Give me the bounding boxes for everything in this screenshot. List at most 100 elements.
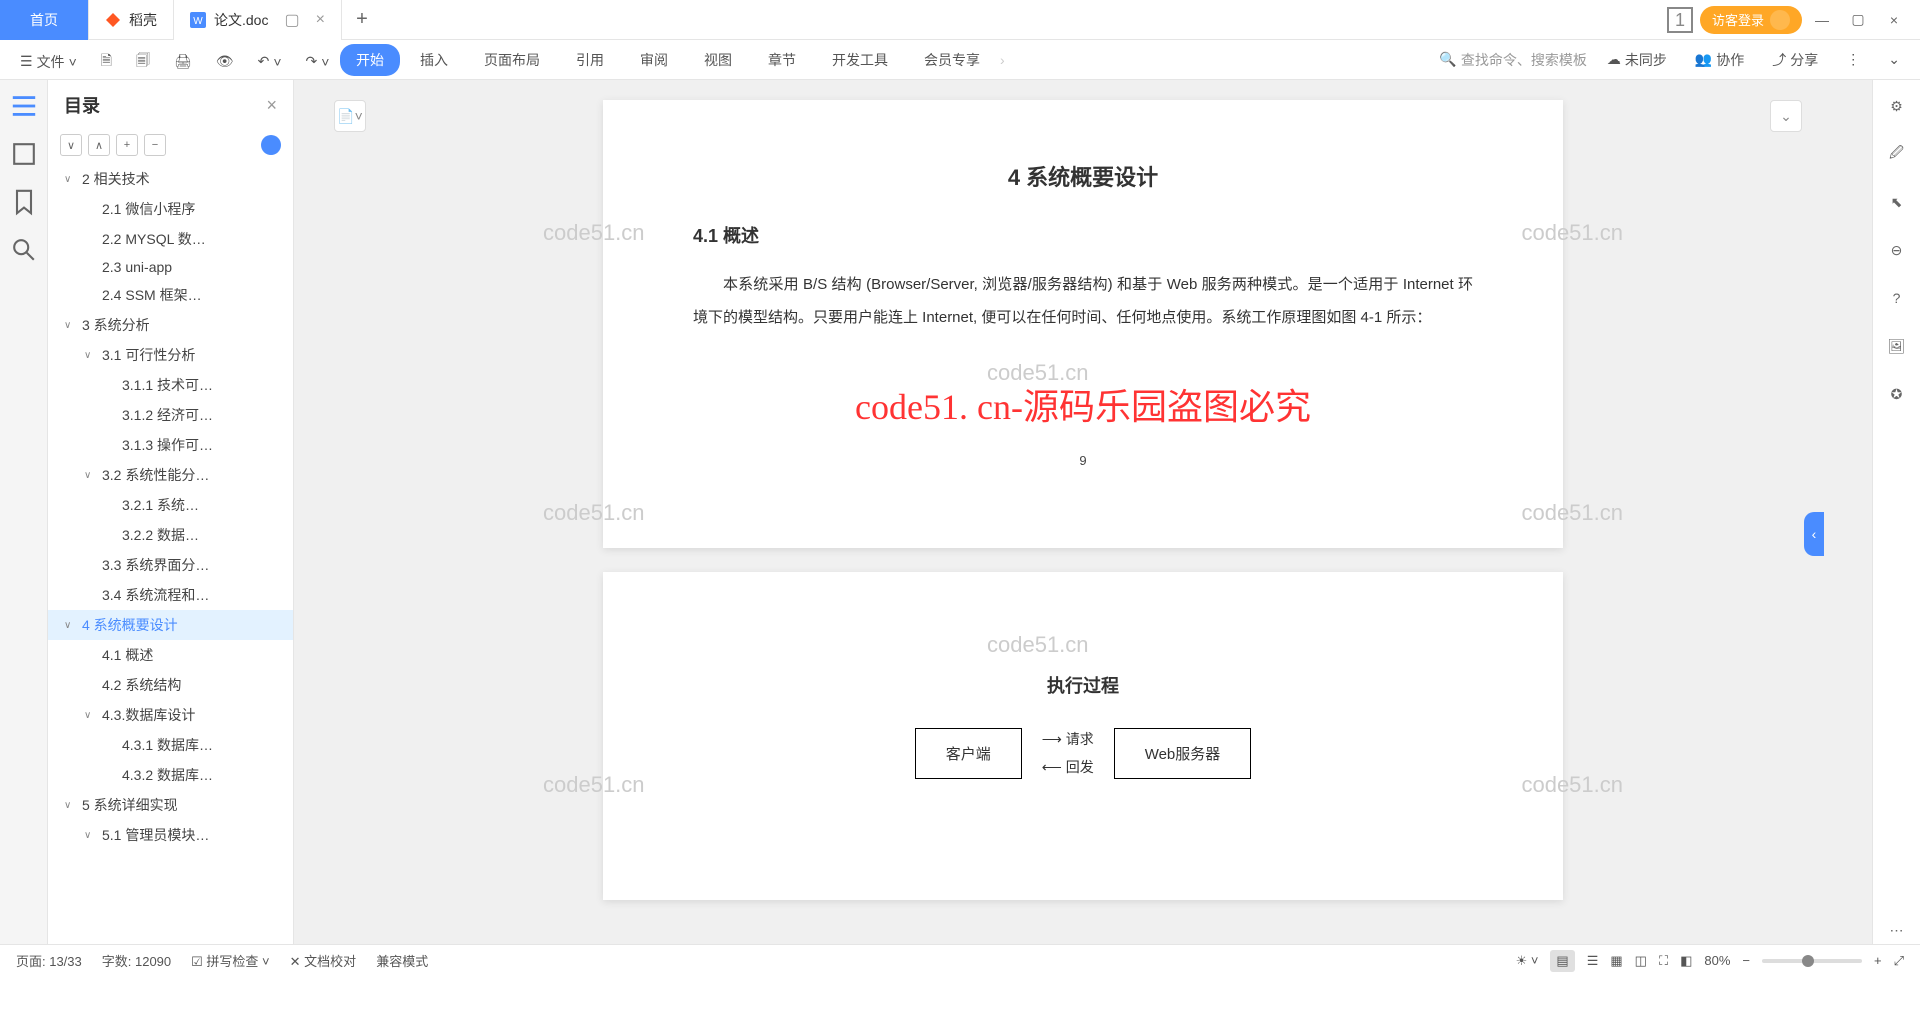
view-page-icon[interactable]: ▤ — [1550, 950, 1574, 972]
tools-icon[interactable]: ⊖ — [1883, 236, 1911, 264]
collapse-all-icon[interactable]: ∨ — [60, 134, 82, 156]
tree-item[interactable]: 4.1 概述 — [48, 640, 293, 670]
tree-item[interactable]: 3.1.3 操作可… — [48, 430, 293, 460]
expand-icon[interactable]: ⤢ — [1894, 953, 1904, 969]
tree-item[interactable]: ∨3.2 系统性能分… — [48, 460, 293, 490]
collapse-ribbon-icon[interactable]: ⌄ — [1880, 44, 1908, 76]
watermark: code51.cn — [1521, 500, 1623, 526]
login-button[interactable]: 访客登录 — [1700, 6, 1802, 34]
sync-button[interactable]: ☁未同步 — [1599, 44, 1675, 76]
add-heading-icon[interactable]: + — [116, 134, 138, 156]
status-spellcheck[interactable]: ☑ 拼写检查 ˅ — [191, 951, 270, 970]
search-input[interactable]: 🔍查找命令、搜索模板 — [1439, 50, 1586, 70]
maximize-icon[interactable]: ▢ — [1842, 4, 1874, 36]
ribbon-layout[interactable]: 页面布局 — [468, 44, 556, 76]
undo-button[interactable]: ↶ ˅ — [250, 46, 290, 78]
settings-icon[interactable]: ⚙ — [1883, 92, 1911, 120]
view-outline-icon[interactable]: ☰ — [1587, 953, 1599, 969]
zoom-slider[interactable] — [1762, 959, 1862, 963]
tree-item[interactable]: ∨5.1 管理员模块… — [48, 820, 293, 850]
side-panel-handle[interactable]: ‹ — [1804, 512, 1824, 556]
bookmark-tab-icon[interactable] — [10, 188, 38, 216]
tab-close-icon[interactable]: × — [316, 11, 325, 29]
tree-item[interactable]: 2.3 uni-app — [48, 254, 293, 280]
print-button[interactable]: 🖨 — [166, 46, 200, 78]
tree-item[interactable]: 3.2.1 系统… — [48, 490, 293, 520]
brightness-icon[interactable]: ☀ ˅ — [1516, 953, 1539, 969]
save-button[interactable]: 🗎 — [93, 46, 120, 78]
ribbon-review[interactable]: 审阅 — [624, 44, 684, 76]
tab-document[interactable]: W 论文.doc ▢ × — [174, 0, 342, 40]
tree-item[interactable]: 3.1.2 经济可… — [48, 400, 293, 430]
tree-item[interactable]: 4.3.1 数据库… — [48, 730, 293, 760]
view-read-icon[interactable]: ◫ — [1635, 953, 1647, 969]
more-tools-icon[interactable]: ⋯ — [1883, 916, 1911, 944]
ribbon-start[interactable]: 开始 — [340, 44, 400, 76]
more-icon[interactable]: ⋮ — [1838, 44, 1868, 76]
tree-item[interactable]: 2.4 SSM 框架… — [48, 280, 293, 310]
zoom-in-icon[interactable]: + — [1874, 953, 1882, 968]
style-icon[interactable]: 🖉 — [1883, 140, 1911, 168]
tab-home[interactable]: 首页 — [0, 0, 89, 40]
view-web-icon[interactable]: ▦ — [1610, 953, 1622, 969]
tree-item[interactable]: 2.1 微信小程序 — [48, 194, 293, 224]
star-icon[interactable]: ✪ — [1883, 380, 1911, 408]
minimize-icon[interactable]: — — [1806, 4, 1838, 36]
nav-tab-icon[interactable] — [10, 140, 38, 168]
find-tab-icon[interactable] — [10, 236, 38, 264]
tree-item[interactable]: 3.2.2 数据… — [48, 520, 293, 550]
watermark: code51.cn — [543, 500, 645, 526]
save-as-button[interactable]: 🗐 — [128, 46, 158, 78]
fit-icon[interactable]: ◧ — [1680, 953, 1692, 969]
outline-tab-icon[interactable] — [10, 92, 38, 120]
tree-item[interactable]: ∨3 系统分析 — [48, 310, 293, 340]
tree-item[interactable]: 4.2 系统结构 — [48, 670, 293, 700]
ribbon-dev[interactable]: 开发工具 — [816, 44, 904, 76]
tree-item[interactable]: ∨5 系统详细实现 — [48, 790, 293, 820]
status-proof[interactable]: ✕ 文档校对 — [290, 951, 357, 970]
menu-button[interactable]: ☰ 文件 ˅ — [12, 46, 85, 78]
fullscreen-icon[interactable]: ⛶ — [1659, 953, 1668, 969]
zoom-value[interactable]: 80% — [1704, 953, 1730, 968]
tree-item[interactable]: ∨4 系统概要设计 — [48, 610, 293, 640]
redo-button[interactable]: ↷ ˅ — [298, 46, 338, 78]
zoom-out-icon[interactable]: − — [1742, 953, 1750, 968]
tree-item[interactable]: 3.1.1 技术可… — [48, 370, 293, 400]
collab-button[interactable]: 👥协作 — [1687, 44, 1752, 76]
expand-all-icon[interactable]: ∧ — [88, 134, 110, 156]
ribbon-view[interactable]: 视图 — [688, 44, 748, 76]
document-scroll[interactable]: 4 系统概要设计 4.1 概述 本系统采用 B/S 结构 (Browser/Se… — [294, 80, 1872, 944]
tab-list-icon[interactable]: 1 — [1664, 4, 1696, 36]
tree-item[interactable]: ∨4.3.数据库设计 — [48, 700, 293, 730]
ribbon-ref[interactable]: 引用 — [560, 44, 620, 76]
document-area: 📄˅ ⌄ 4 系统概要设计 4.1 概述 本系统采用 B/S 结构 (Brows… — [294, 80, 1872, 944]
tree-item[interactable]: 4.3.2 数据库… — [48, 760, 293, 790]
share-button[interactable]: ⤴分享 — [1764, 44, 1826, 76]
copyright-overlay: code51. cn-源码乐园盗图必究 — [855, 378, 1311, 430]
tree-item[interactable]: 2.2 MYSQL 数… — [48, 224, 293, 254]
tab-add-button[interactable]: + — [342, 8, 382, 31]
status-words[interactable]: 字数: 12090 — [102, 951, 171, 970]
outline-close-icon[interactable]: × — [266, 95, 277, 116]
select-icon[interactable]: ⬉ — [1883, 188, 1911, 216]
remove-heading-icon[interactable]: − — [144, 134, 166, 156]
outline-badge-icon[interactable] — [261, 135, 281, 155]
preview-button[interactable]: 👁 — [208, 46, 242, 78]
tree-item[interactable]: ∨3.1 可行性分析 — [48, 340, 293, 370]
image-icon[interactable]: 🖼 — [1883, 332, 1911, 360]
arrow-request: ⟶ 请求 — [1042, 729, 1094, 749]
close-icon[interactable]: × — [1878, 4, 1910, 36]
hamburger-icon: ☰ — [20, 53, 33, 70]
status-page[interactable]: 页面: 13/33 — [16, 951, 82, 970]
tree-item[interactable]: ∨2 相关技术 — [48, 164, 293, 194]
tab-docker[interactable]: 稻壳 — [89, 0, 174, 40]
ribbon-insert[interactable]: 插入 — [404, 44, 464, 76]
tree-item[interactable]: 3.4 系统流程和… — [48, 580, 293, 610]
help-icon[interactable]: ? — [1883, 284, 1911, 312]
status-compat[interactable]: 兼容模式 — [376, 951, 428, 970]
ribbon-chapter[interactable]: 章节 — [752, 44, 812, 76]
svg-text:W: W — [193, 16, 203, 27]
ribbon-vip[interactable]: 会员专享 — [908, 44, 996, 76]
tree-item[interactable]: 3.3 系统界面分… — [48, 550, 293, 580]
window-mode-icon[interactable]: ▢ — [284, 10, 299, 30]
